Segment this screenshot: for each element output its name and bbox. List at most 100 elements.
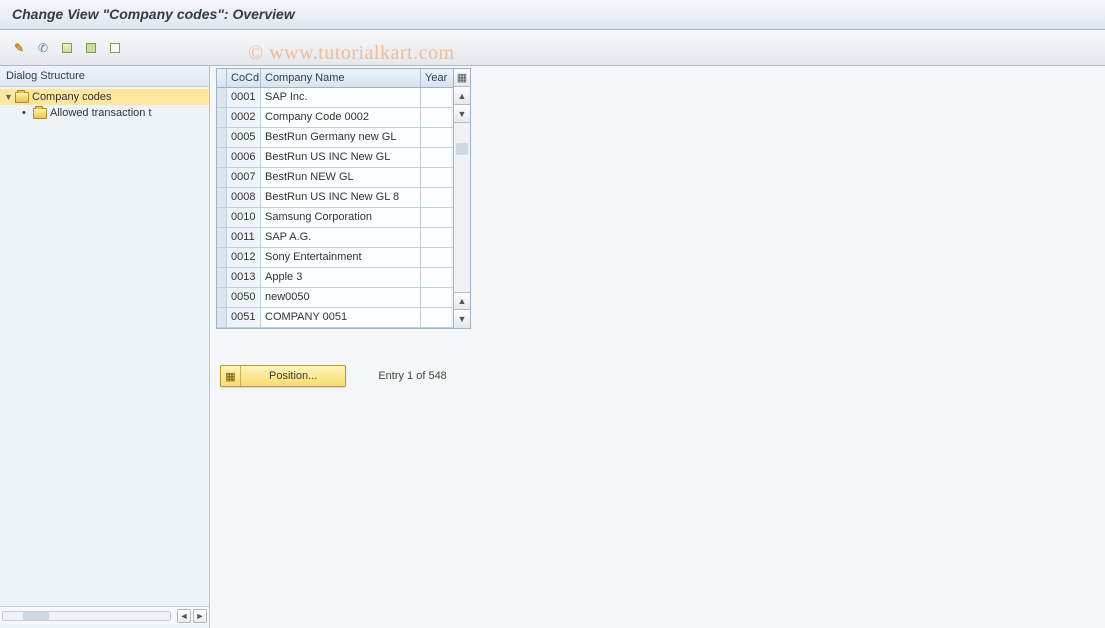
company-codes-table-wrap: CoCd Company Name Year 0001SAP Inc.0002C… bbox=[216, 68, 471, 329]
cell-year[interactable] bbox=[421, 268, 451, 287]
cell-year[interactable] bbox=[421, 168, 451, 187]
select-block-icon bbox=[86, 43, 96, 53]
cell-year[interactable] bbox=[421, 108, 451, 127]
cell-cocd[interactable]: 0006 bbox=[227, 148, 261, 167]
folder-closed-icon bbox=[33, 108, 47, 119]
position-button-label: Position... bbox=[241, 370, 345, 382]
cell-cocd[interactable]: 0010 bbox=[227, 208, 261, 227]
toolbar-select-all-button[interactable] bbox=[56, 37, 78, 59]
cell-company-name[interactable]: Sony Entertainment bbox=[261, 248, 421, 267]
table-row[interactable]: 0008BestRun US INC New GL 8 bbox=[217, 188, 453, 208]
cell-year[interactable] bbox=[421, 308, 451, 327]
col-header-select[interactable] bbox=[217, 69, 227, 87]
folder-open-icon bbox=[15, 92, 29, 103]
table-row[interactable]: 0050new0050 bbox=[217, 288, 453, 308]
vscroll-up-button[interactable]: ▲ bbox=[454, 87, 470, 105]
select-all-icon bbox=[62, 43, 72, 53]
row-select-handle[interactable] bbox=[217, 288, 227, 307]
col-header-cocd[interactable]: CoCd bbox=[227, 69, 261, 87]
expand-icon[interactable]: ▼ bbox=[4, 92, 12, 102]
cell-year[interactable] bbox=[421, 228, 451, 247]
cell-year[interactable] bbox=[421, 148, 451, 167]
tree-node-company-codes[interactable]: ▼ Company codes bbox=[0, 89, 209, 105]
row-select-handle[interactable] bbox=[217, 88, 227, 107]
cell-year[interactable] bbox=[421, 188, 451, 207]
cell-cocd[interactable]: 0012 bbox=[227, 248, 261, 267]
row-select-handle[interactable] bbox=[217, 108, 227, 127]
cell-cocd[interactable]: 0005 bbox=[227, 128, 261, 147]
table-configure-button[interactable]: ▦ bbox=[454, 69, 470, 87]
tree-node-label: Company codes bbox=[32, 91, 112, 103]
table-row[interactable]: 0051COMPANY 0051 bbox=[217, 308, 453, 328]
row-select-handle[interactable] bbox=[217, 208, 227, 227]
cell-year[interactable] bbox=[421, 248, 451, 267]
row-select-handle[interactable] bbox=[217, 248, 227, 267]
cell-company-name[interactable]: BestRun Germany new GL bbox=[261, 128, 421, 147]
vscroll-track[interactable] bbox=[454, 123, 470, 292]
cell-company-name[interactable]: SAP A.G. bbox=[261, 228, 421, 247]
row-select-handle[interactable] bbox=[217, 308, 227, 327]
cell-company-name[interactable]: Apple 3 bbox=[261, 268, 421, 287]
position-icon: ▦ bbox=[221, 366, 241, 386]
cell-cocd[interactable]: 0001 bbox=[227, 88, 261, 107]
vscroll-page-up-button[interactable]: ▲ bbox=[454, 292, 470, 310]
vscroll-down-step-button[interactable]: ▼ bbox=[454, 105, 470, 123]
position-button[interactable]: ▦ Position... bbox=[220, 365, 346, 387]
cell-company-name[interactable]: SAP Inc. bbox=[261, 88, 421, 107]
cell-year[interactable] bbox=[421, 208, 451, 227]
table-row[interactable]: 0007BestRun NEW GL bbox=[217, 168, 453, 188]
col-header-year[interactable]: Year bbox=[421, 69, 451, 87]
hscroll-left-button[interactable]: ◄ bbox=[177, 609, 191, 623]
cell-cocd[interactable]: 0013 bbox=[227, 268, 261, 287]
hscroll-thumb[interactable] bbox=[23, 612, 49, 620]
cell-cocd[interactable]: 0011 bbox=[227, 228, 261, 247]
hscroll-track[interactable] bbox=[2, 611, 171, 621]
cell-year[interactable] bbox=[421, 288, 451, 307]
cell-company-name[interactable]: new0050 bbox=[261, 288, 421, 307]
table-row[interactable]: 0013Apple 3 bbox=[217, 268, 453, 288]
row-select-handle[interactable] bbox=[217, 128, 227, 147]
row-select-handle[interactable] bbox=[217, 268, 227, 287]
table-row[interactable]: 0006BestRun US INC New GL bbox=[217, 148, 453, 168]
table-row[interactable]: 0010Samsung Corporation bbox=[217, 208, 453, 228]
cell-year[interactable] bbox=[421, 88, 451, 107]
cell-cocd[interactable]: 0051 bbox=[227, 308, 261, 327]
dialog-structure-tree: ▼ Company codes • Allowed transaction t bbox=[0, 87, 209, 606]
tree-node-label: Allowed transaction t bbox=[50, 107, 152, 119]
dialog-structure-header: Dialog Structure bbox=[0, 66, 209, 87]
cell-cocd[interactable]: 0007 bbox=[227, 168, 261, 187]
table-row[interactable]: 0002Company Code 0002 bbox=[217, 108, 453, 128]
toolbar-change-button[interactable]: ✎ bbox=[8, 37, 30, 59]
vscroll-thumb[interactable] bbox=[456, 143, 468, 155]
toolbar-select-block-button[interactable] bbox=[80, 37, 102, 59]
table-body: 0001SAP Inc.0002Company Code 00020005Bes… bbox=[217, 88, 453, 328]
cell-cocd[interactable]: 0008 bbox=[227, 188, 261, 207]
pencil-icon: ✎ bbox=[14, 41, 24, 55]
cell-cocd[interactable]: 0050 bbox=[227, 288, 261, 307]
cell-company-name[interactable]: Company Code 0002 bbox=[261, 108, 421, 127]
table-row[interactable]: 0001SAP Inc. bbox=[217, 88, 453, 108]
page-title-bar: Change View "Company codes": Overview bbox=[0, 0, 1105, 30]
table-row[interactable]: 0005BestRun Germany new GL bbox=[217, 128, 453, 148]
table-vertical-scrollbar: ▦ ▲ ▼ ▲ ▼ bbox=[454, 68, 471, 329]
table-row[interactable]: 0012Sony Entertainment bbox=[217, 248, 453, 268]
cell-company-name[interactable]: Samsung Corporation bbox=[261, 208, 421, 227]
row-select-handle[interactable] bbox=[217, 168, 227, 187]
cell-year[interactable] bbox=[421, 128, 451, 147]
row-select-handle[interactable] bbox=[217, 148, 227, 167]
toolbar-other-button[interactable]: ✆ bbox=[32, 37, 54, 59]
hscroll-right-button[interactable]: ► bbox=[193, 609, 207, 623]
cell-company-name[interactable]: BestRun US INC New GL 8 bbox=[261, 188, 421, 207]
cell-company-name[interactable]: COMPANY 0051 bbox=[261, 308, 421, 327]
vscroll-page-down-button[interactable]: ▼ bbox=[454, 310, 470, 328]
tree-node-allowed-transaction[interactable]: • Allowed transaction t bbox=[0, 105, 209, 121]
toolbar-deselect-button[interactable] bbox=[104, 37, 126, 59]
table-row[interactable]: 0011SAP A.G. bbox=[217, 228, 453, 248]
cell-company-name[interactable]: BestRun US INC New GL bbox=[261, 148, 421, 167]
cell-company-name[interactable]: BestRun NEW GL bbox=[261, 168, 421, 187]
col-header-company-name[interactable]: Company Name bbox=[261, 69, 421, 87]
toolbar: ✎ ✆ bbox=[0, 30, 1105, 66]
row-select-handle[interactable] bbox=[217, 188, 227, 207]
cell-cocd[interactable]: 0002 bbox=[227, 108, 261, 127]
row-select-handle[interactable] bbox=[217, 228, 227, 247]
